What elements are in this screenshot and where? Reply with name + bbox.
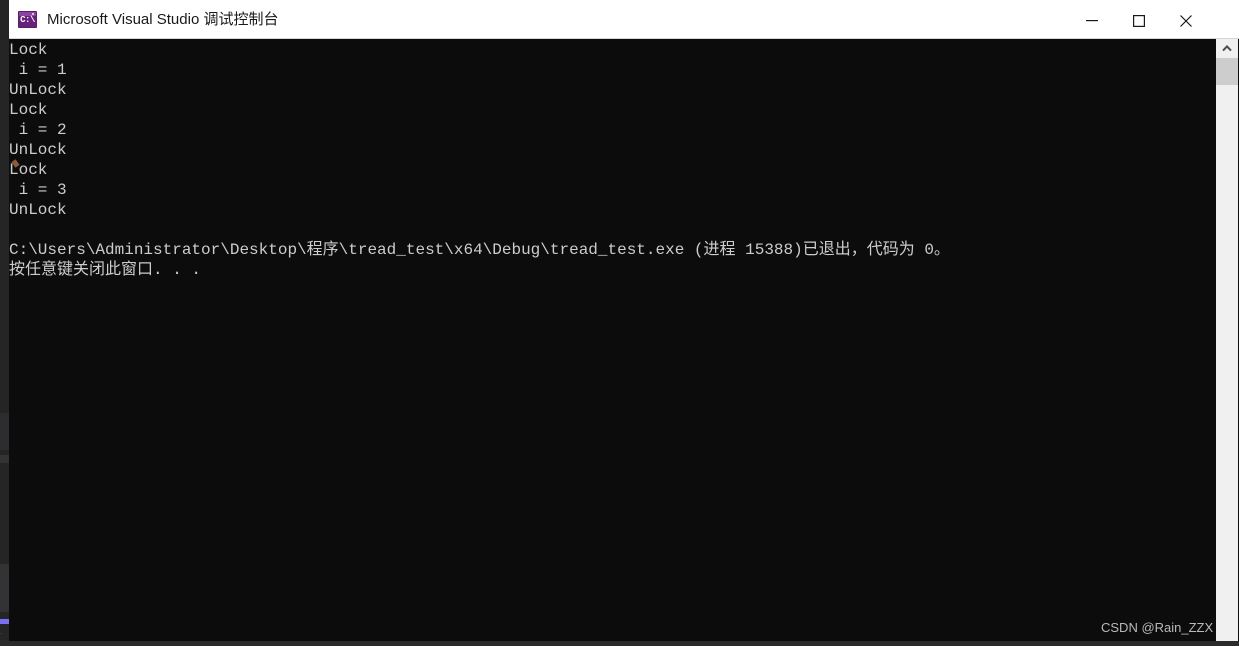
background-window-panel-c [0,564,9,612]
scrollbar-thumb[interactable] [1216,58,1238,85]
minimize-icon [1086,20,1098,22]
background-window-panel-b [0,455,9,463]
minimize-button[interactable] [1069,0,1115,38]
console-line: Lock [9,161,48,179]
console-line: i = 2 [9,121,67,139]
background-window-edge[interactable]: · · [0,0,9,646]
console-line: UnLock [9,141,67,159]
console-output-area[interactable]: Lock i = 1 UnLock Lock i = 2 UnLock Lock i =… [9,39,1239,641]
title-bar[interactable]: C:\ Microsoft Visual Studio 调试控制台 [9,0,1239,39]
console-line: Lock [9,101,48,119]
console-line: i = 3 [9,181,67,199]
console-text-block: Lock i = 1 UnLock Lock i = 2 UnLock Lock i =… [9,40,1199,280]
close-icon [1180,15,1192,27]
scroll-up-button[interactable] [1216,39,1238,58]
watermark-text: CSDN @Rain_ZZX [1101,620,1214,635]
background-window-panel-a [0,413,9,450]
app-icon-prompt-glyph: C:\ [20,15,35,25]
background-window-accent-bar [0,619,9,624]
console-line: Lock [9,41,48,59]
console-line: 按任意键关闭此窗口. . . [9,261,202,279]
console-app-icon: C:\ [18,11,37,28]
close-button[interactable] [1163,0,1209,38]
maximize-icon [1133,15,1145,27]
console-line: i = 1 [9,61,67,79]
console-window: C:\ Microsoft Visual Studio 调试控制台 Lock i… [9,0,1239,641]
maximize-button[interactable] [1116,0,1162,38]
chevron-up-icon [1222,45,1232,52]
window-title: Microsoft Visual Studio 调试控制台 [47,11,279,28]
console-line: UnLock [9,81,67,99]
vertical-scrollbar[interactable] [1216,39,1238,641]
console-line: UnLock [9,201,67,219]
console-line: C:\Users\Administrator\Desktop\程序\tread_… [9,241,950,259]
scrollbar-track[interactable] [1216,85,1238,641]
